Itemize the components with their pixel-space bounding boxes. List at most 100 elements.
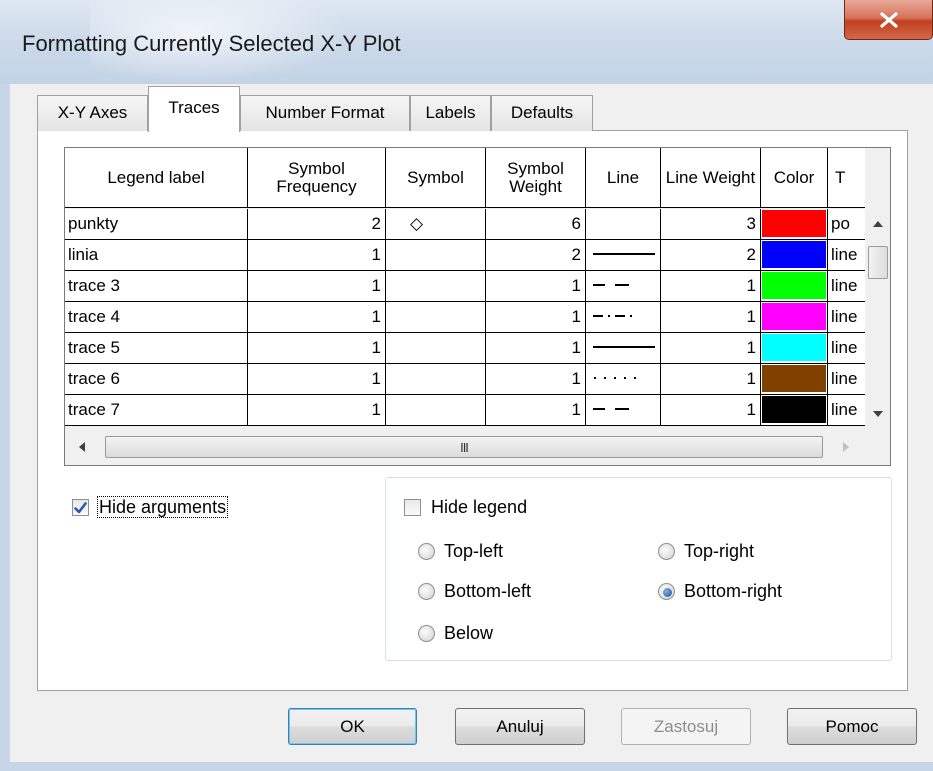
- cell-line[interactable]: [586, 271, 661, 302]
- cell-line[interactable]: [586, 333, 661, 364]
- cell-line[interactable]: [586, 240, 661, 271]
- radio-below-label[interactable]: Below: [444, 622, 493, 644]
- column-header-line-weight[interactable]: Line Weight: [661, 148, 761, 208]
- cell-color[interactable]: [761, 333, 828, 364]
- cell-line[interactable]: [586, 209, 661, 240]
- color-swatch: [762, 334, 826, 361]
- cell-line-weight[interactable]: 1: [661, 271, 761, 302]
- horizontal-scrollbar[interactable]: III: [65, 429, 890, 465]
- cell-color[interactable]: [761, 395, 828, 426]
- radio-top-left[interactable]: [418, 543, 435, 560]
- cell-type[interactable]: line: [828, 364, 865, 395]
- column-header-color[interactable]: Color: [761, 148, 828, 208]
- cell-line-weight[interactable]: 2: [661, 240, 761, 271]
- cell-symbol-frequency[interactable]: 1: [248, 302, 386, 333]
- line-style-preview: [593, 253, 655, 255]
- cell-symbol[interactable]: [386, 302, 486, 333]
- cell-symbol-weight[interactable]: 1: [486, 395, 586, 426]
- cell-symbol-weight[interactable]: 6: [486, 209, 586, 240]
- radio-top-right-label[interactable]: Top-right: [684, 540, 754, 562]
- tab-xy-axes[interactable]: X-Y Axes: [37, 95, 148, 131]
- scroll-up-button[interactable]: [865, 213, 890, 235]
- cell-color[interactable]: [761, 240, 828, 271]
- cell-symbol[interactable]: [386, 271, 486, 302]
- cancel-button[interactable]: Anuluj: [455, 708, 585, 745]
- cell-legend-label[interactable]: trace 4: [65, 302, 248, 333]
- cell-legend-label[interactable]: linia: [65, 240, 248, 271]
- hide-arguments-label[interactable]: Hide arguments: [97, 496, 229, 518]
- close-button[interactable]: [844, 0, 933, 40]
- hide-arguments-checkbox[interactable]: [72, 499, 89, 516]
- cell-symbol-frequency[interactable]: 1: [248, 240, 386, 271]
- column-header-type[interactable]: T: [828, 148, 865, 208]
- cell-legend-label[interactable]: trace 7: [65, 395, 248, 426]
- radio-below[interactable]: [418, 625, 435, 642]
- cell-color[interactable]: [761, 271, 828, 302]
- cell-legend-label[interactable]: trace 3: [65, 271, 248, 302]
- cell-symbol-weight[interactable]: 1: [486, 302, 586, 333]
- column-header-symbol-weight[interactable]: Symbol Weight: [486, 148, 586, 208]
- cell-symbol-weight[interactable]: 2: [486, 240, 586, 271]
- scroll-down-button[interactable]: [865, 403, 890, 425]
- cell-legend-label[interactable]: trace 6: [65, 364, 248, 395]
- vertical-scrollbar[interactable]: [865, 209, 890, 429]
- scroll-right-button[interactable]: [833, 436, 859, 458]
- column-header-symbol[interactable]: Symbol: [386, 148, 486, 208]
- cell-symbol[interactable]: [386, 395, 486, 426]
- cell-line-weight[interactable]: 1: [661, 333, 761, 364]
- cell-color[interactable]: [761, 364, 828, 395]
- cell-line[interactable]: [586, 395, 661, 426]
- cell-symbol-weight[interactable]: 1: [486, 333, 586, 364]
- column-header-legend-label[interactable]: Legend label: [65, 148, 248, 208]
- cell-type[interactable]: line: [828, 240, 865, 271]
- tab-labels[interactable]: Labels: [410, 95, 491, 131]
- scroll-left-button[interactable]: [69, 436, 95, 458]
- radio-bottom-left[interactable]: [418, 583, 435, 600]
- radio-bottom-right-label[interactable]: Bottom-right: [684, 580, 782, 602]
- radio-top-right[interactable]: [658, 543, 675, 560]
- cell-type[interactable]: po: [828, 209, 865, 240]
- cell-symbol[interactable]: ◇: [386, 209, 486, 240]
- cell-symbol-frequency[interactable]: 1: [248, 271, 386, 302]
- cell-type[interactable]: line: [828, 302, 865, 333]
- ok-button[interactable]: OK: [288, 708, 417, 745]
- hide-legend-checkbox[interactable]: [404, 499, 421, 516]
- radio-top-left-label[interactable]: Top-left: [444, 540, 503, 562]
- tab-traces[interactable]: Traces: [148, 86, 240, 132]
- cell-symbol-frequency[interactable]: 1: [248, 333, 386, 364]
- horizontal-scroll-thumb[interactable]: III: [105, 436, 823, 458]
- cell-symbol[interactable]: [386, 333, 486, 364]
- cell-line-weight[interactable]: 1: [661, 364, 761, 395]
- cell-type[interactable]: line: [828, 395, 865, 426]
- apply-button[interactable]: Zastosuj: [621, 708, 751, 745]
- cell-legend-label[interactable]: trace 5: [65, 333, 248, 364]
- cell-line[interactable]: [586, 364, 661, 395]
- tab-defaults[interactable]: Defaults: [491, 95, 593, 131]
- vertical-scroll-thumb[interactable]: [868, 246, 888, 279]
- hide-legend-label[interactable]: Hide legend: [431, 496, 527, 518]
- cell-color[interactable]: [761, 209, 828, 240]
- cell-symbol-weight[interactable]: 1: [486, 364, 586, 395]
- cell-line-weight[interactable]: 1: [661, 302, 761, 333]
- cell-symbol[interactable]: [386, 364, 486, 395]
- color-swatch: [762, 365, 826, 392]
- tab-number-format[interactable]: Number Format: [240, 95, 410, 131]
- cell-symbol-frequency[interactable]: 2: [248, 209, 386, 240]
- cell-line-weight[interactable]: 1: [661, 395, 761, 426]
- cell-symbol-frequency[interactable]: 1: [248, 364, 386, 395]
- cell-line-weight[interactable]: 3: [661, 209, 761, 240]
- cell-symbol-frequency[interactable]: 1: [248, 395, 386, 426]
- radio-bottom-left-label[interactable]: Bottom-left: [444, 580, 531, 602]
- column-header-symbol-frequency[interactable]: Symbol Frequency: [248, 148, 386, 208]
- cell-symbol-weight[interactable]: 1: [486, 271, 586, 302]
- cell-type[interactable]: line: [828, 271, 865, 302]
- traces-grid[interactable]: Legend label Symbol Frequency Symbol Sym…: [64, 147, 891, 466]
- cell-type[interactable]: line: [828, 333, 865, 364]
- cell-line[interactable]: [586, 302, 661, 333]
- radio-bottom-right[interactable]: [658, 583, 675, 600]
- column-header-line[interactable]: Line: [586, 148, 661, 208]
- cell-symbol[interactable]: [386, 240, 486, 271]
- cell-legend-label[interactable]: punkty: [65, 209, 248, 240]
- help-button[interactable]: Pomoc: [787, 708, 917, 745]
- cell-color[interactable]: [761, 302, 828, 333]
